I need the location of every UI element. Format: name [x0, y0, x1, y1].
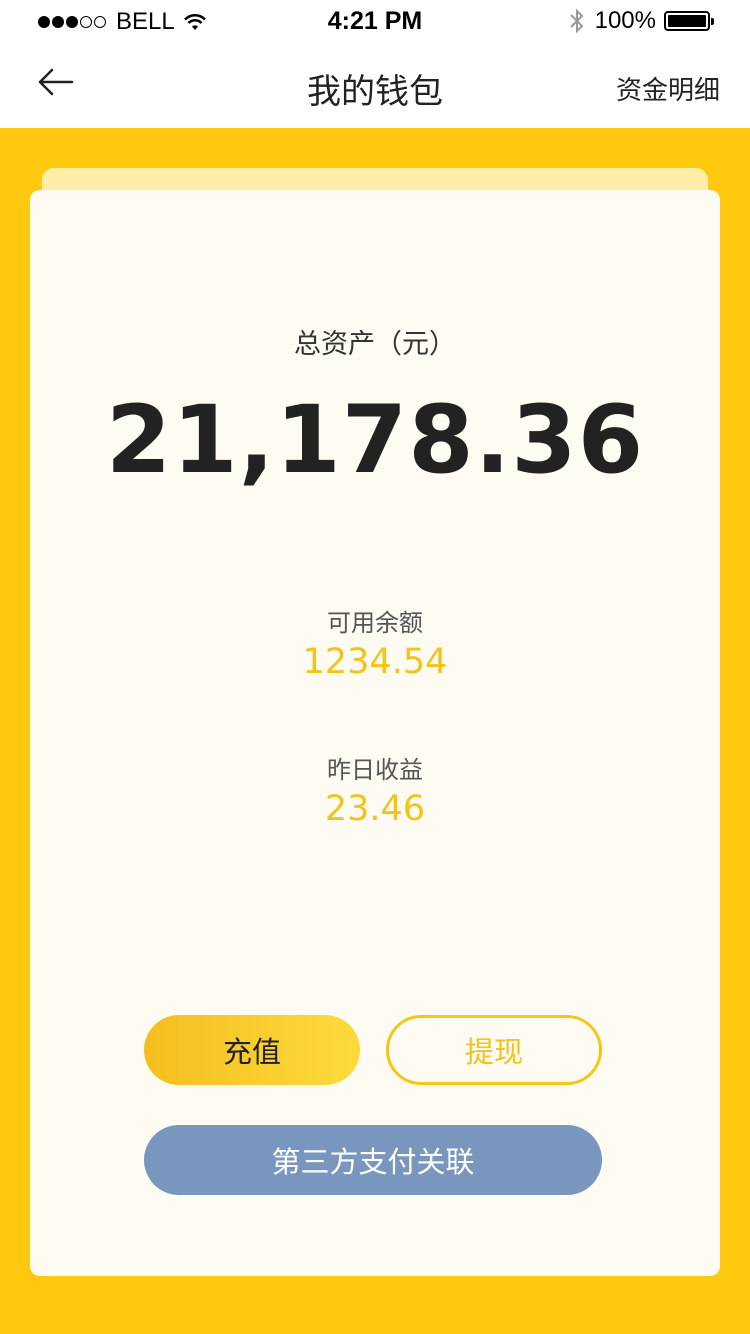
recharge-button[interactable]: 充值	[144, 1015, 360, 1085]
withdraw-button[interactable]: 提现	[386, 1015, 602, 1085]
yesterday-earnings-label: 昨日收益	[327, 756, 423, 784]
battery-group: 100%	[569, 7, 714, 35]
wallet-card: 总资产（元） 21,178.36 可用余额 1234.54 昨日收益 23.46…	[30, 190, 720, 1276]
available-balance-value: 1234.54	[302, 642, 448, 682]
status-bar: BELL 4:21 PM 100%	[0, 0, 750, 40]
total-assets-label: 总资产（元）	[294, 329, 456, 360]
third-party-payment-button[interactable]: 第三方支付关联	[144, 1125, 602, 1195]
fund-details-link[interactable]: 资金明细	[616, 70, 720, 107]
bluetooth-icon	[569, 8, 584, 34]
available-balance-label: 可用余额	[327, 609, 423, 637]
nav-bar: 我的钱包 资金明细	[0, 40, 750, 128]
yesterday-earnings-value: 23.46	[324, 789, 426, 829]
total-assets-value: 21,178.36	[105, 386, 645, 495]
battery-icon	[664, 11, 714, 31]
battery-percent: 100%	[594, 7, 656, 34]
